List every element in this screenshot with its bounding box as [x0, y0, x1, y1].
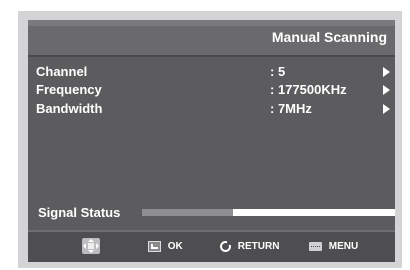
- return-label: RETURN: [237, 241, 280, 252]
- return-icon: [220, 241, 231, 252]
- chevron-right-icon[interactable]: [383, 85, 390, 95]
- ok-label: OK: [167, 241, 183, 252]
- return-hint[interactable]: RETURN: [220, 241, 279, 255]
- frequency-row[interactable]: Frequency : 177500KHz: [28, 81, 395, 99]
- signal-strength-fill: [142, 209, 234, 216]
- osd-screen: Manual Scanning Channel : 5 Frequency : …: [28, 20, 395, 262]
- signal-strength-bar: [142, 209, 395, 216]
- bandwidth-value: : 7MHz: [270, 101, 312, 116]
- menu-hint[interactable]: MENU: [309, 241, 358, 255]
- frequency-label: Frequency: [36, 82, 102, 97]
- chevron-right-icon[interactable]: [383, 104, 390, 114]
- channel-row[interactable]: Channel : 5: [28, 63, 395, 81]
- header-divider: [28, 55, 395, 57]
- ok-icon: [148, 241, 161, 252]
- header-highlight: [28, 20, 395, 26]
- bandwidth-label: Bandwidth: [36, 101, 103, 116]
- signal-status-label: Signal Status: [38, 205, 121, 220]
- osd-header: Manual Scanning: [28, 20, 395, 55]
- bandwidth-row[interactable]: Bandwidth : 7MHz: [28, 100, 395, 118]
- menu-icon: [309, 242, 322, 251]
- osd-footer: OK RETURN MENU: [28, 232, 395, 262]
- frequency-value: : 177500KHz: [270, 82, 347, 97]
- ok-hint[interactable]: OK: [148, 241, 183, 255]
- channel-label: Channel: [36, 64, 88, 79]
- page-title: Manual Scanning: [271, 29, 387, 45]
- signal-status: Signal Status: [28, 203, 395, 223]
- menu-label: MENU: [328, 241, 359, 252]
- chevron-right-icon[interactable]: [383, 67, 390, 77]
- channel-value: : 5: [270, 64, 286, 79]
- move-arrows-icon: [82, 238, 100, 254]
